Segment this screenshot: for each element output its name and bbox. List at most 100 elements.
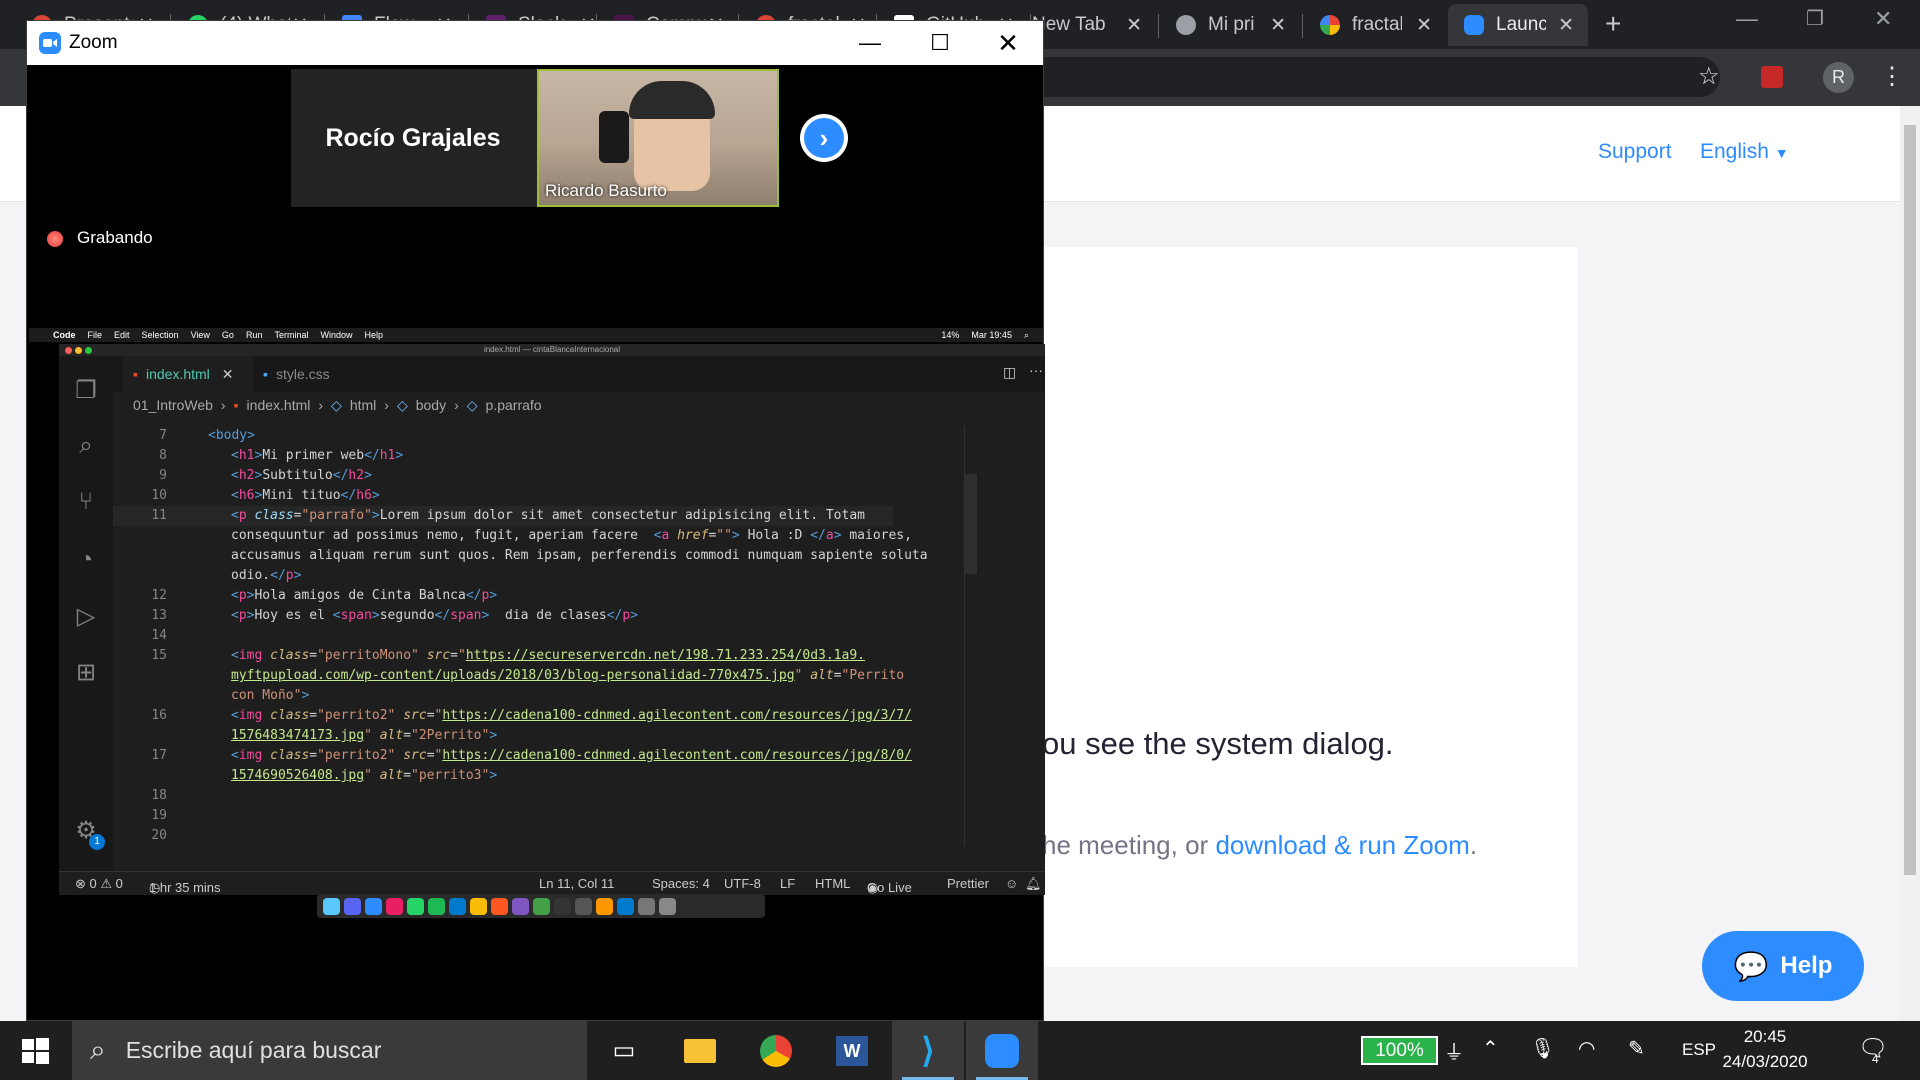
participant-video-tile[interactable]: Ricardo Basurto xyxy=(537,69,779,207)
tab-index-html[interactable]: ▪ index.html ✕ xyxy=(123,356,253,392)
windows-start-icon[interactable] xyxy=(20,1036,50,1066)
app-icon[interactable] xyxy=(596,897,613,915)
close-tab-icon[interactable]: ✕ xyxy=(1126,14,1142,37)
download-link[interactable]: download & run Zoom xyxy=(1215,830,1469,860)
app-icon[interactable] xyxy=(533,897,550,915)
app-icon[interactable] xyxy=(512,897,529,915)
language-selector[interactable]: English ▼ xyxy=(1700,140,1789,164)
input-language[interactable]: ESP xyxy=(1682,1040,1716,1060)
feedback-icon[interactable]: ☺ xyxy=(1005,876,1018,891)
minimize-icon[interactable]: — xyxy=(1736,6,1758,32)
star-icon[interactable]: ☆ xyxy=(1698,62,1720,91)
app-icon[interactable] xyxy=(638,897,655,915)
mac-menu-bar: Code File Edit Selection View Go Run Ter… xyxy=(29,328,1043,342)
indentation[interactable]: Spaces: 4 xyxy=(652,876,710,891)
browser-tab[interactable]: fractal✕ xyxy=(1304,4,1446,46)
html5-icon: ▪ xyxy=(233,397,239,413)
close-tab-icon[interactable]: ✕ xyxy=(1416,14,1432,37)
word-button[interactable]: W xyxy=(816,1021,888,1080)
slack-icon[interactable] xyxy=(386,897,403,915)
source-control-icon[interactable]: ⑂ xyxy=(71,488,101,518)
zoom-title-bar: Zoom — ☐ ✕ xyxy=(27,21,1043,65)
avatar[interactable]: R xyxy=(1823,62,1854,93)
app-icon[interactable] xyxy=(491,897,508,915)
new-tab-button[interactable]: + xyxy=(1605,8,1621,40)
cursor-position[interactable]: Ln 11, Col 11 xyxy=(539,876,614,891)
next-page-button[interactable]: › xyxy=(800,114,848,162)
zoom-button[interactable] xyxy=(966,1021,1038,1080)
zoom-logo-icon xyxy=(39,32,61,54)
tab-style-css[interactable]: ▪ style.css xyxy=(253,356,383,392)
explorer-icon[interactable]: ❐ xyxy=(71,376,101,406)
extension-icon[interactable] xyxy=(1761,66,1783,88)
pen-icon[interactable]: ✎ xyxy=(1628,1036,1645,1061)
language-mode[interactable]: HTML xyxy=(815,876,850,891)
finder-icon[interactable] xyxy=(323,897,340,915)
editor-scrollbar-thumb[interactable] xyxy=(965,474,977,574)
video-name-label: Ricardo Basurto xyxy=(545,181,667,200)
status-bar: ⊗ 0 ⚠ 0 ◷ 1 hr 35 mins Ln 11, Col 11 Spa… xyxy=(59,871,1045,895)
microphone-icon[interactable]: 🎙︎ xyxy=(1530,1036,1555,1061)
close-icon[interactable]: ✕ xyxy=(973,21,1043,65)
zoom-icon xyxy=(1464,15,1484,35)
bell-icon[interactable]: 🔔︎ xyxy=(1025,876,1042,892)
breadcrumb: 01_IntroWeb › ▪ index.html › ◇ html › ◇ body › … xyxy=(133,396,542,414)
cube-icon: ◇ xyxy=(331,396,342,413)
chevron-right-icon: › xyxy=(804,118,844,158)
close-tab-icon[interactable]: ✕ xyxy=(1270,14,1286,37)
menu-icon[interactable]: ⋮ xyxy=(1880,62,1904,91)
file-explorer-button[interactable] xyxy=(664,1021,736,1080)
close-tab-icon[interactable]: ✕ xyxy=(1558,14,1574,37)
update-badge: 1 xyxy=(89,834,105,850)
zoom-icon[interactable] xyxy=(365,897,382,915)
cap xyxy=(629,81,715,119)
recording-icon xyxy=(47,231,63,247)
more-actions-icon[interactable]: ··· xyxy=(1029,362,1043,378)
extensions-icon[interactable]: ⊞ xyxy=(71,658,101,688)
code-editor[interactable]: 7 <body> 8 <h1>Mi primer web</h1> 9 <h2>Sub… xyxy=(113,426,1013,854)
support-link[interactable]: Support xyxy=(1598,140,1672,164)
problems-indicator[interactable]: ⊗ 0 ⚠ 0 xyxy=(75,876,123,892)
battery-indicator[interactable]: 100% xyxy=(1361,1036,1438,1065)
wifi-icon[interactable]: ◠ xyxy=(1578,1036,1595,1061)
task-view-icon: ▭ xyxy=(612,1037,636,1064)
participant-name-tile[interactable]: Rocío Grajales xyxy=(291,69,535,207)
discord-icon[interactable] xyxy=(344,897,361,915)
prettier-status[interactable]: Prettier xyxy=(947,876,989,891)
line-ending[interactable]: LF xyxy=(780,876,795,891)
timeline-icon[interactable]: ◔ xyxy=(71,546,101,576)
trash-icon[interactable] xyxy=(659,897,676,915)
restore-icon[interactable]: ❐ xyxy=(1806,6,1824,31)
vscode-icon[interactable] xyxy=(449,897,466,915)
vscode-button[interactable]: ⟩ xyxy=(892,1021,964,1080)
maximize-icon[interactable]: ☐ xyxy=(905,21,975,65)
terminal-icon[interactable] xyxy=(554,897,571,915)
close-icon[interactable]: ✕ xyxy=(222,366,234,383)
app-icon[interactable] xyxy=(575,897,592,915)
split-editor-icon[interactable]: ◫ xyxy=(1003,364,1016,381)
recording-label: Grabando xyxy=(77,228,153,247)
run-debug-icon[interactable]: ▷ xyxy=(71,602,101,632)
encoding[interactable]: UTF-8 xyxy=(724,876,761,891)
chevron-up-icon[interactable]: ⌃ xyxy=(1482,1036,1499,1061)
chrome-icon[interactable] xyxy=(470,897,487,915)
help-button[interactable]: 💬 Help xyxy=(1702,931,1864,1001)
vscode-icon[interactable] xyxy=(617,897,634,915)
close-window-icon[interactable]: ✕ xyxy=(1874,6,1892,32)
browser-tab[interactable]: Mi pri ✕ xyxy=(1160,4,1300,46)
spotify-icon[interactable] xyxy=(428,897,445,915)
dark-object xyxy=(599,111,629,163)
minimize-icon[interactable]: — xyxy=(835,21,905,65)
power-plug-icon[interactable]: ⏚ xyxy=(1444,1036,1464,1065)
whatsapp-icon[interactable] xyxy=(407,897,424,915)
taskbar-search[interactable]: ⌕ Escribe aquí para buscar xyxy=(72,1021,587,1080)
editor-tabs: ▪ index.html ✕ ▪ style.css ◫ ··· xyxy=(113,356,1045,392)
css-icon: ▪ xyxy=(263,366,268,382)
search-icon[interactable]: ⌕ xyxy=(71,432,101,462)
system-clock[interactable]: 20:45 24/03/2020 xyxy=(1722,1024,1808,1074)
browser-tab-active[interactable]: Launc ✕ xyxy=(1448,4,1588,46)
chrome-button[interactable] xyxy=(740,1021,812,1080)
task-view-button[interactable]: ▭ xyxy=(588,1021,660,1080)
zoom-window: Zoom — ☐ ✕ Rocío Grajales Ricardo Basurt… xyxy=(26,20,1045,1021)
scrollbar-thumb[interactable] xyxy=(1904,125,1916,875)
